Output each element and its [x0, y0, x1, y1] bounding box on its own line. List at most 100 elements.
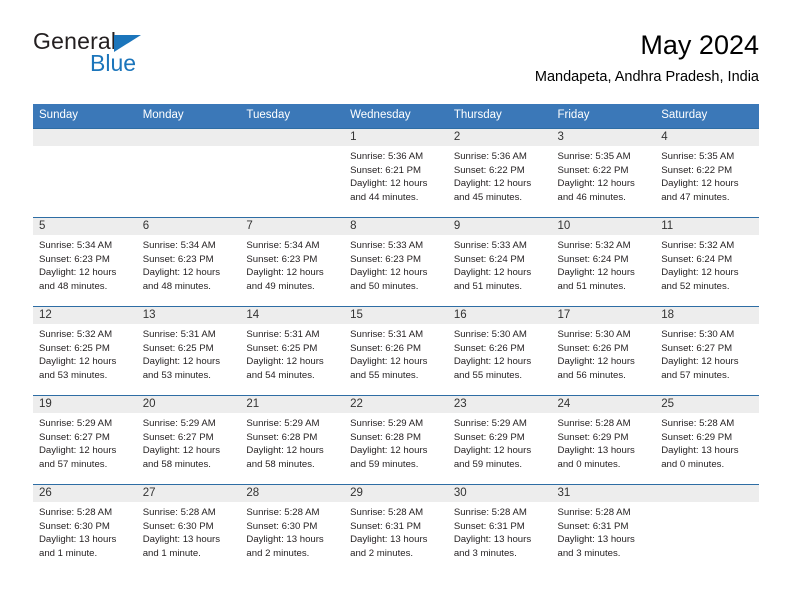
daylight-text-line2: and 45 minutes.: [453, 191, 523, 203]
sunset-text: Sunset: 6:27 PM: [39, 431, 110, 443]
day-sun-info: Sunrise: 5:29 AM Sunset: 6:27 PM Daylight:…: [33, 413, 137, 471]
day-cell[interactable]: 29 Sunrise: 5:28 AM Sunset: 6:31 PM Dayligh…: [344, 485, 448, 573]
day-cell[interactable]: 4 Sunrise: 5:35 AM Sunset: 6:22 PM Daylight…: [655, 129, 759, 217]
day-sun-info: Sunrise: 5:34 AM Sunset: 6:23 PM Daylight:…: [137, 235, 241, 293]
day-cell[interactable]: 31 Sunrise: 5:28 AM Sunset: 6:31 PM Dayligh…: [551, 485, 656, 573]
weekday-header-row: Sunday Monday Tuesday Wednesday Thursday Frid…: [33, 104, 759, 128]
day-cell[interactable]: 3 Sunrise: 5:35 AM Sunset: 6:22 PM Daylight…: [551, 129, 656, 217]
daylight-text-line2: and 58 minutes.: [142, 458, 211, 470]
day-cell[interactable]: 15 Sunrise: 5:31 AM Sunset: 6:26 PM Dayligh…: [344, 307, 448, 395]
daylight-text-line1: Daylight: 12 hours: [350, 356, 428, 368]
day-sun-info: Sunrise: 5:29 AM Sunset: 6:27 PM Daylight:…: [137, 413, 241, 471]
day-number: [136, 129, 241, 146]
day-number: [33, 129, 137, 146]
day-cell[interactable]: 17 Sunrise: 5:30 AM Sunset: 6:26 PM Dayligh…: [551, 307, 656, 395]
day-cell[interactable]: 20 Sunrise: 5:29 AM Sunset: 6:27 PM Dayligh…: [136, 396, 241, 484]
daylight-text-line2: and 57 minutes.: [661, 369, 730, 381]
day-cell[interactable]: 21 Sunrise: 5:29 AM Sunset: 6:28 PM Dayligh…: [240, 396, 345, 484]
sunrise-text: Sunrise: 5:28 AM: [661, 418, 735, 429]
day-cell[interactable]: 14 Sunrise: 5:31 AM Sunset: 6:25 PM Dayligh…: [240, 307, 345, 395]
day-number: 2: [447, 129, 552, 146]
page-subtitle-location: Mandapeta, Andhra Pradesh, India: [534, 69, 759, 85]
sunset-text: Sunset: 6:30 PM: [246, 520, 318, 532]
day-number: 20: [136, 396, 241, 413]
day-cell[interactable]: 13 Sunrise: 5:31 AM Sunset: 6:25 PM Dayligh…: [136, 307, 241, 395]
sunset-text: Sunset: 6:26 PM: [453, 342, 525, 354]
day-sun-info: Sunrise: 5:33 AM Sunset: 6:23 PM Daylight:…: [344, 235, 448, 293]
day-cell[interactable]: 22 Sunrise: 5:29 AM Sunset: 6:28 PM Dayligh…: [344, 396, 448, 484]
sunset-text: Sunset: 6:31 PM: [453, 520, 525, 532]
sunrise-text: Sunrise: 5:32 AM: [39, 329, 113, 340]
daylight-text-line2: and 54 minutes.: [246, 369, 315, 381]
day-cell[interactable]: 2 Sunrise: 5:36 AM Sunset: 6:22 PM Daylight…: [447, 129, 552, 217]
sunset-text: Sunset: 6:29 PM: [661, 431, 733, 443]
day-number: 31: [551, 485, 656, 502]
day-sun-info: Sunrise: 5:28 AM Sunset: 6:31 PM Daylight:…: [344, 502, 448, 560]
day-number: 21: [240, 396, 345, 413]
daylight-text-line2: and 52 minutes.: [661, 280, 730, 292]
daylight-text-line2: and 57 minutes.: [39, 458, 108, 470]
sunrise-text: Sunrise: 5:30 AM: [661, 329, 735, 340]
sunset-text: Sunset: 6:27 PM: [661, 342, 733, 354]
sunrise-text: Sunrise: 5:32 AM: [661, 240, 735, 251]
day-cell[interactable]: 5 Sunrise: 5:34 AM Sunset: 6:23 PM Daylight…: [33, 218, 137, 306]
day-cell[interactable]: 9 Sunrise: 5:33 AM Sunset: 6:24 PM Daylight…: [447, 218, 552, 306]
sunset-text: Sunset: 6:22 PM: [557, 164, 629, 176]
day-sun-info: Sunrise: 5:30 AM Sunset: 6:27 PM Daylight:…: [655, 324, 759, 382]
day-number: 14: [240, 307, 345, 324]
daylight-text-line1: Daylight: 12 hours: [453, 356, 532, 368]
sunrise-text: Sunrise: 5:29 AM: [350, 418, 424, 429]
sunrise-text: Sunrise: 5:35 AM: [557, 151, 631, 162]
day-cell-empty: [33, 129, 137, 217]
sunrise-text: Sunrise: 5:30 AM: [453, 329, 527, 340]
sunrise-text: Sunrise: 5:34 AM: [246, 240, 320, 251]
day-cell[interactable]: 26 Sunrise: 5:28 AM Sunset: 6:30 PM Dayligh…: [33, 485, 137, 573]
day-number: 17: [551, 307, 656, 324]
day-number: 29: [344, 485, 448, 502]
calendar-page: General Blue May 2024 Mandapeta, Andhra …: [0, 0, 792, 612]
day-cell[interactable]: 11 Sunrise: 5:32 AM Sunset: 6:24 PM Dayligh…: [655, 218, 759, 306]
day-cell[interactable]: 10 Sunrise: 5:32 AM Sunset: 6:24 PM Dayligh…: [551, 218, 656, 306]
day-number: 25: [655, 396, 759, 413]
day-cell[interactable]: 30 Sunrise: 5:28 AM Sunset: 6:31 PM Dayligh…: [447, 485, 552, 573]
week-row: 5 Sunrise: 5:34 AM Sunset: 6:23 PM Daylight…: [33, 217, 759, 306]
page-title: May 2024: [640, 30, 759, 60]
day-sun-info: Sunrise: 5:31 AM Sunset: 6:26 PM Daylight:…: [344, 324, 448, 382]
calendar-grid: Sunday Monday Tuesday Wednesday Thursday Frid…: [33, 104, 759, 573]
day-cell[interactable]: 27 Sunrise: 5:28 AM Sunset: 6:30 PM Dayligh…: [136, 485, 241, 573]
week-row: 26 Sunrise: 5:28 AM Sunset: 6:30 PM Dayligh…: [33, 484, 759, 573]
day-cell[interactable]: 8 Sunrise: 5:33 AM Sunset: 6:23 PM Daylight…: [344, 218, 448, 306]
day-cell[interactable]: 1 Sunrise: 5:36 AM Sunset: 6:21 PM Daylight…: [344, 129, 448, 217]
week-row: 1 Sunrise: 5:36 AM Sunset: 6:21 PM Daylight…: [33, 128, 759, 217]
daylight-text-line2: and 0 minutes.: [661, 458, 725, 470]
sunrise-text: Sunrise: 5:34 AM: [142, 240, 216, 251]
sunset-text: Sunset: 6:31 PM: [557, 520, 629, 532]
day-cell[interactable]: 16 Sunrise: 5:30 AM Sunset: 6:26 PM Dayligh…: [447, 307, 552, 395]
day-cell[interactable]: 18 Sunrise: 5:30 AM Sunset: 6:27 PM Dayligh…: [655, 307, 759, 395]
day-cell[interactable]: 12 Sunrise: 5:32 AM Sunset: 6:25 PM Dayligh…: [33, 307, 137, 395]
sunset-text: Sunset: 6:24 PM: [661, 253, 733, 265]
sunset-text: Sunset: 6:27 PM: [142, 431, 214, 443]
daylight-text-line1: Daylight: 12 hours: [39, 356, 117, 368]
sunrise-text: Sunrise: 5:28 AM: [246, 507, 320, 518]
day-number: 1: [344, 129, 448, 146]
weekday-header-sunday: Sunday: [39, 109, 79, 121]
daylight-text-line1: Daylight: 12 hours: [661, 356, 739, 368]
day-cell[interactable]: 25 Sunrise: 5:28 AM Sunset: 6:29 PM Dayligh…: [655, 396, 759, 484]
day-cell[interactable]: 23 Sunrise: 5:29 AM Sunset: 6:29 PM Dayligh…: [447, 396, 552, 484]
general-blue-logo[interactable]: General Blue: [33, 28, 233, 84]
sunrise-text: Sunrise: 5:28 AM: [350, 507, 424, 518]
sunset-text: Sunset: 6:30 PM: [142, 520, 214, 532]
day-sun-info: Sunrise: 5:29 AM Sunset: 6:29 PM Daylight:…: [448, 413, 552, 471]
daylight-text-line1: Daylight: 12 hours: [453, 178, 532, 190]
day-sun-info: Sunrise: 5:35 AM Sunset: 6:22 PM Daylight:…: [655, 146, 759, 204]
daylight-text-line1: Daylight: 12 hours: [39, 445, 117, 457]
day-cell[interactable]: 28 Sunrise: 5:28 AM Sunset: 6:30 PM Dayligh…: [240, 485, 345, 573]
day-cell[interactable]: 6 Sunrise: 5:34 AM Sunset: 6:23 PM Daylight…: [136, 218, 241, 306]
day-cell[interactable]: 24 Sunrise: 5:28 AM Sunset: 6:29 PM Dayligh…: [551, 396, 656, 484]
daylight-text-line2: and 48 minutes.: [39, 280, 108, 292]
day-cell[interactable]: 7 Sunrise: 5:34 AM Sunset: 6:23 PM Daylight…: [240, 218, 345, 306]
day-cell[interactable]: 19 Sunrise: 5:29 AM Sunset: 6:27 PM Dayligh…: [33, 396, 137, 484]
daylight-text-line2: and 49 minutes.: [246, 280, 315, 292]
sunset-text: Sunset: 6:28 PM: [246, 431, 318, 443]
